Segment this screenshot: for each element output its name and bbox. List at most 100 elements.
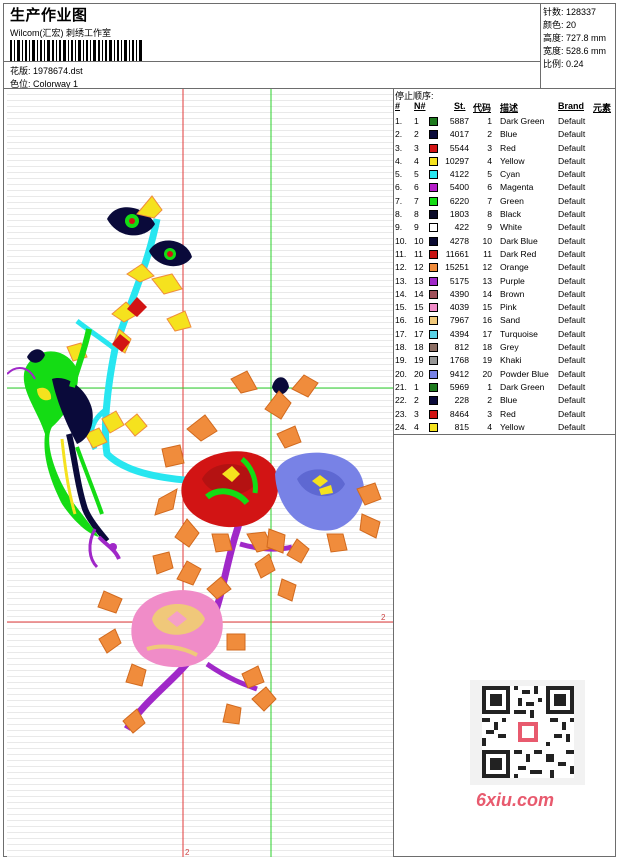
row-description: White <box>500 222 522 233</box>
row-brand: Default <box>558 235 586 246</box>
table-row[interactable]: 20. 20 9412 20 Powder Blue Default <box>394 368 616 381</box>
row-needle: 19 <box>414 355 424 366</box>
row-code: 18 <box>482 342 492 353</box>
row-index: 13. <box>395 275 407 286</box>
row-stitches: 6220 <box>449 195 469 206</box>
table-row[interactable]: 19. 19 1768 19 Khaki Default <box>394 354 616 367</box>
table-row[interactable]: 17. 17 4394 17 Turquoise Default <box>394 328 616 341</box>
row-brand: Default <box>558 328 586 339</box>
table-row[interactable]: 15. 15 4039 15 Pink Default <box>394 301 616 314</box>
row-index: 8. <box>395 209 403 220</box>
row-needle: 16 <box>414 315 424 326</box>
table-row[interactable]: 5. 5 4122 5 Cyan Default <box>394 168 616 181</box>
table-row[interactable]: 13. 13 5175 13 Purple Default <box>394 275 616 288</box>
color-swatch <box>429 143 438 153</box>
row-description: Turquoise <box>500 328 538 339</box>
table-row[interactable]: 3. 3 5544 3 Red Default <box>394 142 616 155</box>
row-description: Dark Blue <box>500 235 538 246</box>
table-row[interactable]: 18. 18 812 18 Grey Default <box>394 341 616 354</box>
table-row[interactable]: 1. 1 5887 1 Dark Green Default <box>394 115 616 128</box>
table-row[interactable]: 2. 2 4017 2 Blue Default <box>394 128 616 141</box>
table-row[interactable]: 11. 11 11661 11 Dark Red Default <box>394 248 616 261</box>
stop-sequence-table: 停止顺序: # N# St. 代码 描述 Brand 元素 1. 1 5887 1 Da… <box>394 89 616 434</box>
row-needle: 5 <box>414 169 419 180</box>
color-swatch <box>429 369 438 379</box>
row-stitches: 7967 <box>449 315 469 326</box>
row-description: Yellow <box>500 155 525 166</box>
table-row[interactable]: 16. 16 7967 16 Sand Default <box>394 314 616 327</box>
site-watermark: 6xiu.com <box>476 790 555 810</box>
color-swatch <box>429 249 438 259</box>
row-stitches: 4394 <box>449 328 469 339</box>
table-row[interactable]: 10. 10 4278 10 Dark Blue Default <box>394 235 616 248</box>
blue-peony <box>275 452 365 531</box>
col-code: 代码 <box>473 103 492 113</box>
row-description: Cyan <box>500 169 521 180</box>
row-index: 22. <box>395 395 407 406</box>
row-description: Yellow <box>500 421 525 432</box>
row-brand: Default <box>558 355 586 366</box>
design-scale: 比例: 0.24 <box>543 59 584 69</box>
table-row[interactable]: 14. 14 4390 14 Brown Default <box>394 288 616 301</box>
row-index: 2. <box>395 129 403 140</box>
color-swatch <box>429 196 438 206</box>
color-swatch <box>429 263 438 273</box>
design-preview-canvas[interactable]: 2 2 <box>7 89 393 857</box>
col-index: # <box>395 101 401 111</box>
row-code: 3 <box>487 408 492 419</box>
table-row[interactable]: 4. 4 10297 4 Yellow Default <box>394 155 616 168</box>
table-row[interactable]: 22. 2 228 2 Blue Default <box>394 394 616 407</box>
row-index: 1. <box>395 116 403 126</box>
row-brand: Default <box>558 195 586 206</box>
row-index: 24. <box>395 421 407 432</box>
row-stitches: 4278 <box>449 235 469 246</box>
table-row[interactable]: 23. 3 8464 3 Red Default <box>394 408 616 421</box>
color-swatch <box>429 183 438 193</box>
row-stitches: 1803 <box>449 209 469 220</box>
row-code: 4 <box>487 155 492 166</box>
row-index: 18. <box>395 342 407 353</box>
row-index: 7. <box>395 195 403 206</box>
table-row[interactable]: 21. 1 5969 1 Dark Green Default <box>394 381 616 394</box>
row-needle: 3 <box>414 142 419 153</box>
table-row[interactable]: 7. 7 6220 7 Green Default <box>394 195 616 208</box>
row-brand: Default <box>558 116 586 126</box>
row-description: Brown <box>500 288 525 299</box>
row-description: Powder Blue <box>500 368 549 379</box>
color-swatch <box>429 396 438 406</box>
axis-label-right: 2 <box>381 613 386 622</box>
row-index: 20. <box>395 368 407 379</box>
row-stitches: 15251 <box>445 262 469 273</box>
table-row[interactable]: 8. 8 1803 8 Black Default <box>394 208 616 221</box>
row-needle: 9 <box>414 222 419 233</box>
row-needle: 18 <box>414 342 424 353</box>
row-description: Dark Red <box>500 248 537 259</box>
phoenix-bird <box>7 328 121 569</box>
header-rule <box>4 61 540 62</box>
row-index: 19. <box>395 355 407 366</box>
row-code: 5 <box>487 169 492 180</box>
col-element: 元素 <box>593 103 612 113</box>
row-code: 6 <box>487 182 492 193</box>
table-row[interactable]: 24. 4 815 4 Yellow Default <box>394 421 616 434</box>
row-stitches: 4390 <box>449 288 469 299</box>
row-brand: Default <box>558 182 586 193</box>
row-stitches: 815 <box>454 421 469 432</box>
table-row[interactable]: 9. 9 422 9 White Default <box>394 221 616 234</box>
row-index: 16. <box>395 315 407 326</box>
row-description: Pink <box>500 302 517 313</box>
row-code: 12 <box>482 262 492 273</box>
table-row[interactable]: 6. 6 5400 6 Magenta Default <box>394 181 616 194</box>
row-code: 15 <box>482 302 492 313</box>
table-row[interactable]: 12. 12 15251 12 Orange Default <box>394 261 616 274</box>
row-description: Purple <box>500 275 525 286</box>
row-index: 3. <box>395 142 403 153</box>
row-stitches: 422 <box>454 222 469 233</box>
row-description: Sand <box>500 315 521 326</box>
color-swatch <box>429 236 438 246</box>
row-code: 16 <box>482 315 492 326</box>
row-code: 20 <box>482 368 492 379</box>
row-description: Orange <box>500 262 529 273</box>
color-swatch <box>429 156 438 166</box>
row-code: 7 <box>487 195 492 206</box>
